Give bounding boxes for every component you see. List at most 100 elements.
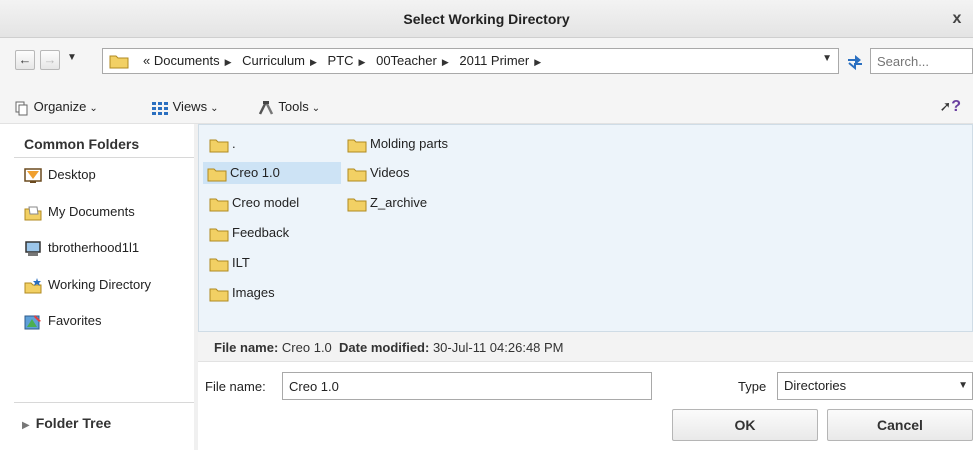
breadcrumb[interactable]: « Documents ▶ Curriculum ▶ PTC ▶ 00Teacher ▶… — [102, 48, 839, 74]
list-item[interactable]: Molding parts — [343, 133, 456, 155]
help-glyph: ? — [951, 98, 961, 115]
list-item[interactable]: Feedback — [205, 222, 297, 244]
breadcrumb-item[interactable]: 2011 Primer — [459, 53, 529, 68]
title-bar: Select Working Directory x — [0, 0, 973, 38]
breadcrumb-separator-icon[interactable]: ▶ — [534, 57, 541, 67]
breadcrumb-item[interactable]: 00Teacher — [376, 53, 437, 68]
sidebar-item-desktop[interactable]: Desktop — [24, 164, 96, 186]
breadcrumb-path: « Documents ▶ Curriculum ▶ PTC ▶ 00Teacher ▶… — [143, 53, 548, 68]
folder-tree-toggle[interactable]: ▶ Folder Tree — [14, 402, 194, 444]
breadcrumb-separator-icon[interactable]: ▶ — [442, 57, 449, 67]
refresh-icon[interactable] — [844, 51, 866, 71]
organize-label: Organize — [33, 99, 87, 114]
file-name-label: File name: — [205, 379, 266, 394]
file-name: Z_archive — [370, 195, 428, 210]
details-bar: File name: Creo 1.0 Date modified: 30-Ju… — [198, 332, 973, 362]
toolbar: Organize ⌄ Views ⌄ Tools ⌄ ➚? — [0, 88, 973, 124]
file-name: Molding parts — [370, 136, 449, 151]
type-label: Type — [738, 379, 767, 394]
back-icon[interactable]: ← — [15, 50, 35, 70]
list-item[interactable]: Creo model — [205, 192, 307, 214]
file-name: ILT — [232, 255, 250, 270]
cancel-button[interactable]: Cancel — [827, 409, 973, 441]
computer-icon — [25, 240, 41, 256]
breadcrumb-separator-icon[interactable]: ▶ — [310, 57, 317, 67]
breadcrumb-separator-icon[interactable]: ▶ — [225, 57, 232, 67]
sidebar-item-label: Favorites — [48, 313, 102, 328]
file-name: Videos — [370, 165, 410, 180]
forward-icon[interactable]: → — [40, 50, 60, 70]
file-name-input[interactable] — [282, 372, 652, 400]
chevron-down-icon: ⌄ — [210, 103, 219, 114]
my-documents-icon — [24, 206, 42, 221]
views-menu[interactable]: Views ⌄ — [151, 97, 218, 117]
ok-button[interactable]: OK — [672, 409, 818, 441]
organize-menu[interactable]: Organize ⌄ — [14, 97, 98, 117]
chevron-down-icon: ⌄ — [311, 103, 321, 114]
sidebar-item-label: Working Directory — [48, 277, 152, 292]
window-title: Select Working Directory — [403, 11, 570, 27]
common-folders-panel: Common Folders Desktop My Documents tbro… — [14, 124, 194, 444]
sidebar-item-label: tbrotherhood1l1 — [48, 240, 140, 255]
file-name: Creo model — [232, 195, 300, 210]
sidebar-item-working-directory[interactable]: Working Directory — [24, 274, 151, 296]
sidebar-item-computer[interactable]: tbrotherhood1l1 — [24, 237, 139, 259]
breadcrumb-item[interactable]: Documents — [154, 53, 220, 68]
folder-icon — [209, 228, 229, 242]
file-name: . — [232, 136, 236, 151]
search-input[interactable] — [870, 48, 973, 74]
breadcrumb-overflow[interactable]: « — [143, 53, 150, 68]
breadcrumb-item[interactable]: PTC — [328, 53, 354, 68]
folder-tree-label: Folder Tree — [35, 415, 112, 431]
views-icon — [152, 101, 168, 115]
details-date-value: 30-Jul-11 04:26:48 PM — [432, 340, 564, 355]
type-select[interactable]: Directories ▼ — [777, 372, 973, 400]
tools-menu[interactable]: Tools ⌄ — [257, 97, 320, 117]
views-label: Views — [172, 99, 208, 114]
list-item[interactable]: . — [205, 133, 244, 155]
sidebar-item-label: Desktop — [48, 167, 96, 182]
sidebar-item-label: My Documents — [48, 204, 135, 219]
tools-label: Tools — [278, 99, 309, 114]
working-directory-icon — [24, 277, 42, 294]
list-item[interactable]: ILT — [205, 252, 258, 274]
folder-icon — [109, 55, 129, 69]
details-file-name-label: File name: — [214, 340, 279, 355]
file-name: Feedback — [232, 225, 290, 240]
list-item[interactable]: Images — [205, 282, 283, 304]
folder-icon — [209, 139, 229, 153]
folder-icon — [209, 198, 229, 212]
folder-icon — [209, 288, 229, 302]
file-list[interactable]: . Creo 1.0 Creo model Feedback ILT Image… — [198, 124, 973, 332]
details-file-name-value: Creo 1.0 — [281, 340, 332, 355]
breadcrumb-separator-icon[interactable]: ▶ — [359, 57, 366, 67]
folder-icon — [347, 198, 367, 212]
file-name: Creo 1.0 — [230, 165, 280, 180]
list-item[interactable]: Videos — [343, 162, 418, 184]
common-folders-header: Common Folders — [14, 130, 194, 158]
list-item[interactable]: Z_archive — [343, 192, 435, 214]
type-select-value: Directories — [784, 378, 847, 393]
close-icon[interactable]: x — [947, 9, 967, 29]
breadcrumb-item[interactable]: Curriculum — [242, 53, 305, 68]
path-dropdown-icon[interactable]: ▼ — [822, 53, 832, 64]
folder-icon — [207, 168, 227, 182]
desktop-icon — [24, 167, 42, 183]
chevron-down-icon: ▼ — [958, 380, 968, 391]
organize-icon — [15, 101, 28, 116]
history-dropdown-icon[interactable]: ▼ — [67, 52, 77, 63]
details-date-label: Date modified: — [339, 340, 430, 355]
folder-icon — [347, 168, 367, 182]
help-icon[interactable]: ➚? — [939, 98, 961, 116]
favorites-icon — [24, 314, 41, 330]
folder-icon — [347, 139, 367, 153]
sidebar-item-favorites[interactable]: Favorites — [24, 310, 101, 332]
list-item[interactable]: Creo 1.0 — [203, 162, 341, 184]
file-name: Images — [232, 285, 275, 300]
tools-icon — [258, 100, 274, 115]
address-bar: ← → ▼ « Documents ▶ Curriculum ▶ PTC ▶ 00Te… — [0, 38, 973, 88]
expand-triangle-icon: ▶ — [22, 420, 30, 431]
folder-icon — [209, 258, 229, 272]
chevron-down-icon: ⌄ — [89, 103, 98, 114]
sidebar-item-my-documents[interactable]: My Documents — [24, 201, 135, 223]
